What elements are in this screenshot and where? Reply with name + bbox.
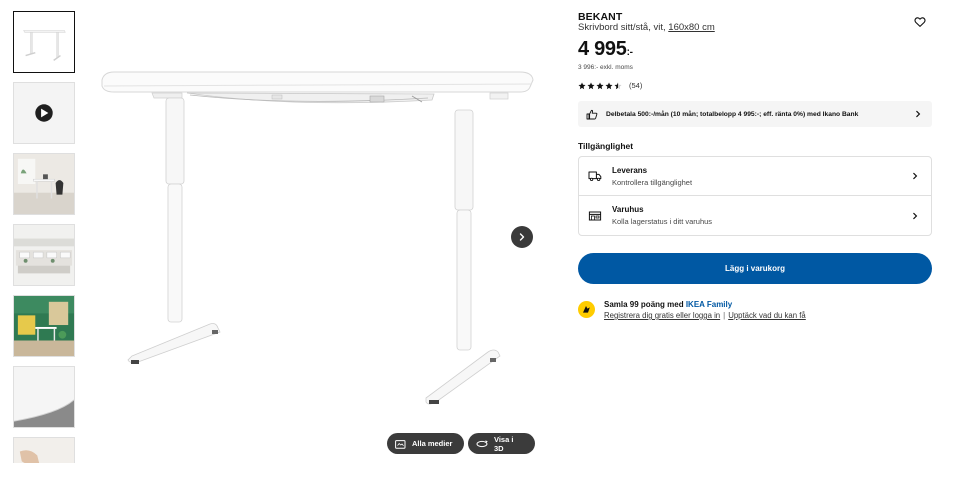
price-suffix: :- <box>626 47 633 58</box>
discover-benefits-link[interactable]: Upptäck vad du kan få <box>728 311 806 320</box>
star-icon <box>605 81 613 89</box>
price-main: 4 995 <box>578 38 627 60</box>
rating-count: (54) <box>629 81 643 90</box>
delivery-subtext: Kontrollera tillgänglighet <box>612 177 693 187</box>
next-image-button[interactable] <box>511 226 533 248</box>
thumbs-up-icon <box>586 109 598 119</box>
main-product-image <box>101 71 534 405</box>
price: 4 995:- <box>578 38 633 61</box>
ikea-family-link[interactable]: IKEA Family <box>686 300 732 309</box>
rating-stars <box>578 81 622 90</box>
thumbnail-room-openplan[interactable] <box>13 224 75 286</box>
all-media-label: Alla medier <box>412 439 453 448</box>
family-points-text: Samla 99 poäng med IKEA Family <box>604 300 732 309</box>
view-3d-label: Visa i 3D <box>493 434 514 453</box>
thumbnail-desk-front[interactable] <box>13 11 75 73</box>
heart-icon[interactable] <box>914 16 926 28</box>
chevron-right-icon <box>916 110 921 118</box>
availability-delivery[interactable]: Leverans Kontrollera tillgänglighet <box>579 157 931 196</box>
availability-box: Leverans Kontrollera tillgänglighet Varu… <box>578 156 932 236</box>
half-star-icon <box>614 81 622 89</box>
gallery-icon <box>395 439 406 449</box>
rating[interactable]: (54) <box>578 81 642 90</box>
desk-thumbnail-icon <box>23 30 66 61</box>
product-size-link[interactable]: 160x80 cm <box>668 22 714 33</box>
all-media-button[interactable]: Alla medier <box>387 433 464 454</box>
rotate-3d-icon <box>476 439 488 447</box>
thumbnail-video[interactable] <box>13 82 75 144</box>
store-icon <box>588 211 602 220</box>
price-excl-vat: 3 996:- exkl. moms <box>578 64 633 71</box>
truck-icon <box>588 171 602 182</box>
chevron-right-icon <box>913 172 918 180</box>
family-links: Registrera dig gratis eller logga in | Upp… <box>604 311 806 320</box>
register-login-link[interactable]: Registrera dig gratis eller logga in <box>604 311 720 320</box>
thumbnail-room-office[interactable] <box>13 153 75 215</box>
view-3d-button[interactable]: Visa i 3D <box>468 433 535 454</box>
ikea-family-badge-icon <box>578 301 595 318</box>
financing-banner[interactable]: Delbetala 500:-/mån (10 mån; totalbelopp… <box>578 101 932 127</box>
product-description: Skrivbord sitt/stå, vit, 160x80 cm <box>578 22 715 33</box>
ikea-family-promo: Samla 99 poäng med IKEA Family Registrer… <box>578 299 932 325</box>
thumbnail-desk-corner[interactable] <box>13 366 75 428</box>
availability-store[interactable]: Varuhus Kolla lagerstatus i ditt varuhus <box>579 196 931 235</box>
chevron-right-icon <box>913 212 918 219</box>
chevron-right-icon <box>519 233 525 241</box>
product-description-text: Skrivbord sitt/stå, vit, <box>578 22 669 33</box>
availability-title: Tillgänglighet <box>578 141 634 151</box>
family-links-separator: | <box>723 311 726 320</box>
thumbnail-rail <box>13 11 75 463</box>
store-subtext: Kolla lagerstatus i ditt varuhus <box>612 217 713 226</box>
store-heading: Varuhus <box>612 205 644 214</box>
star-icon <box>596 81 604 89</box>
add-to-cart-button[interactable]: Lägg i varukorg <box>578 253 932 284</box>
thumbnail-room-green[interactable] <box>13 295 75 357</box>
star-icon <box>578 81 586 89</box>
financing-text: Delbetala 500:-/mån (10 mån; totalbelopp… <box>606 110 859 118</box>
thumbnail-detail-hand[interactable] <box>13 437 75 463</box>
family-points-prefix: Samla 99 poäng med <box>604 300 686 309</box>
star-icon <box>587 81 595 89</box>
delivery-heading: Leverans <box>612 165 648 175</box>
